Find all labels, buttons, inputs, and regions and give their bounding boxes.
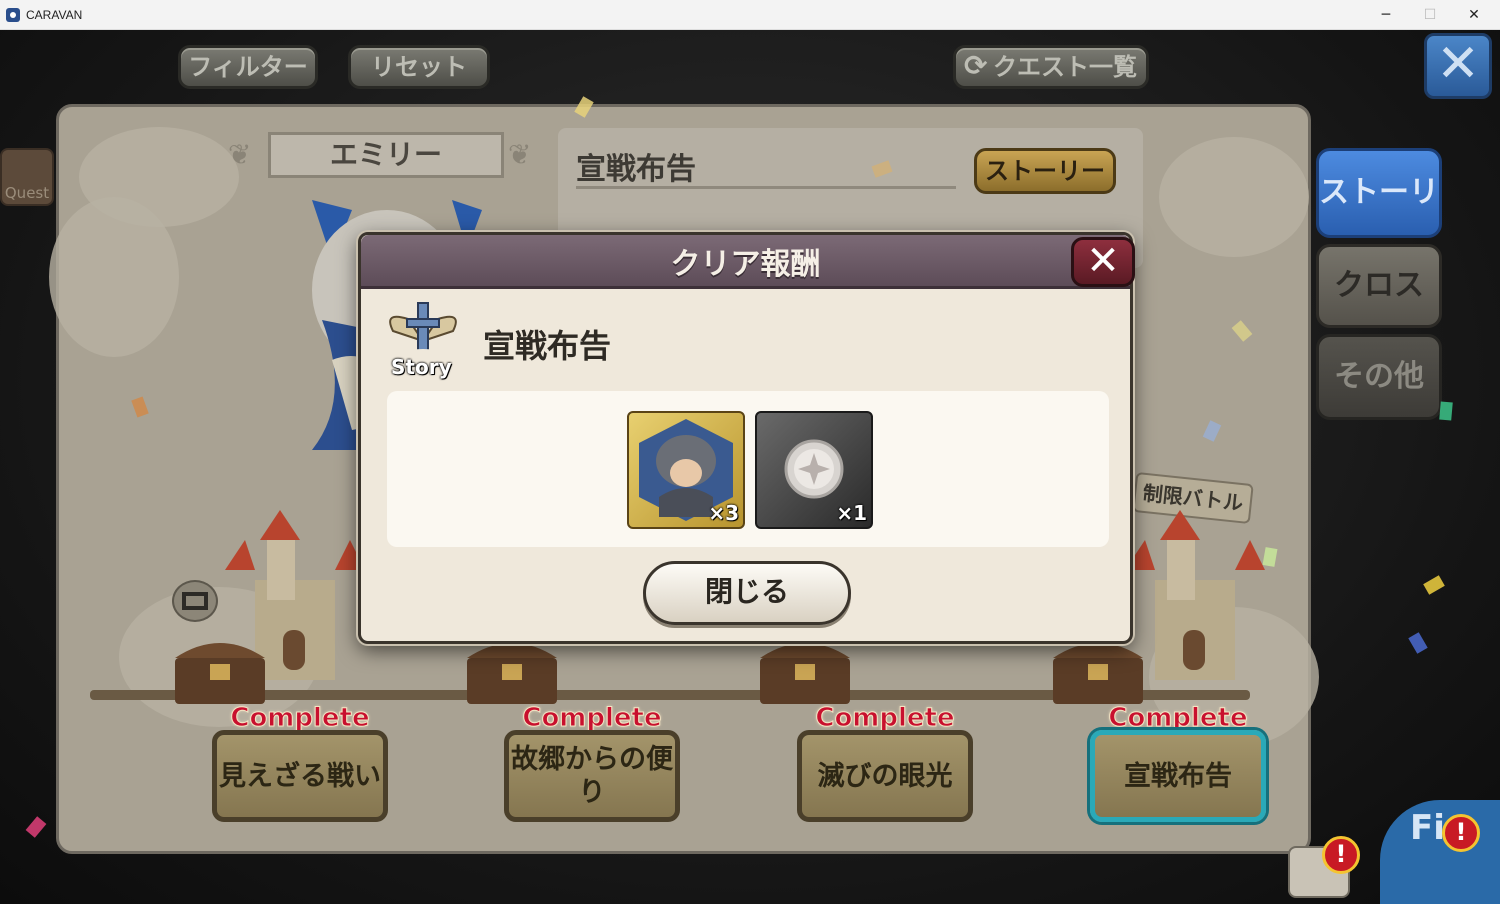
dialog-header: クリア報酬: [361, 235, 1130, 289]
reward-quantity: ×3: [708, 501, 739, 525]
minimize-button[interactable]: ─: [1364, 0, 1408, 30]
reward-item[interactable]: ×3: [627, 411, 745, 529]
window-titlebar: CARAVAN ─ ☐ ✕: [0, 0, 1500, 30]
reward-quest-name: 宣戦布告: [483, 327, 612, 365]
reward-item[interactable]: ×1: [755, 411, 873, 529]
reward-list: [387, 391, 1109, 547]
dialog-close-button[interactable]: ✕: [1071, 237, 1135, 287]
maximize-button[interactable]: ☐: [1408, 0, 1452, 30]
window-close-button[interactable]: ✕: [1452, 0, 1496, 30]
close-dialog-button[interactable]: 閉じる: [643, 561, 851, 625]
story-badge-label: Story: [391, 355, 452, 379]
clear-reward-dialog: クリア報酬 ✕ Story 宣戦布告 ×3 ×1 閉じる: [358, 232, 1135, 644]
dialog-title: クリア報酬: [670, 247, 821, 282]
reward-quantity: ×1: [836, 501, 867, 525]
app-icon: [6, 8, 20, 22]
story-badge-icon: Story: [383, 301, 463, 383]
window-title: CARAVAN: [26, 8, 83, 22]
